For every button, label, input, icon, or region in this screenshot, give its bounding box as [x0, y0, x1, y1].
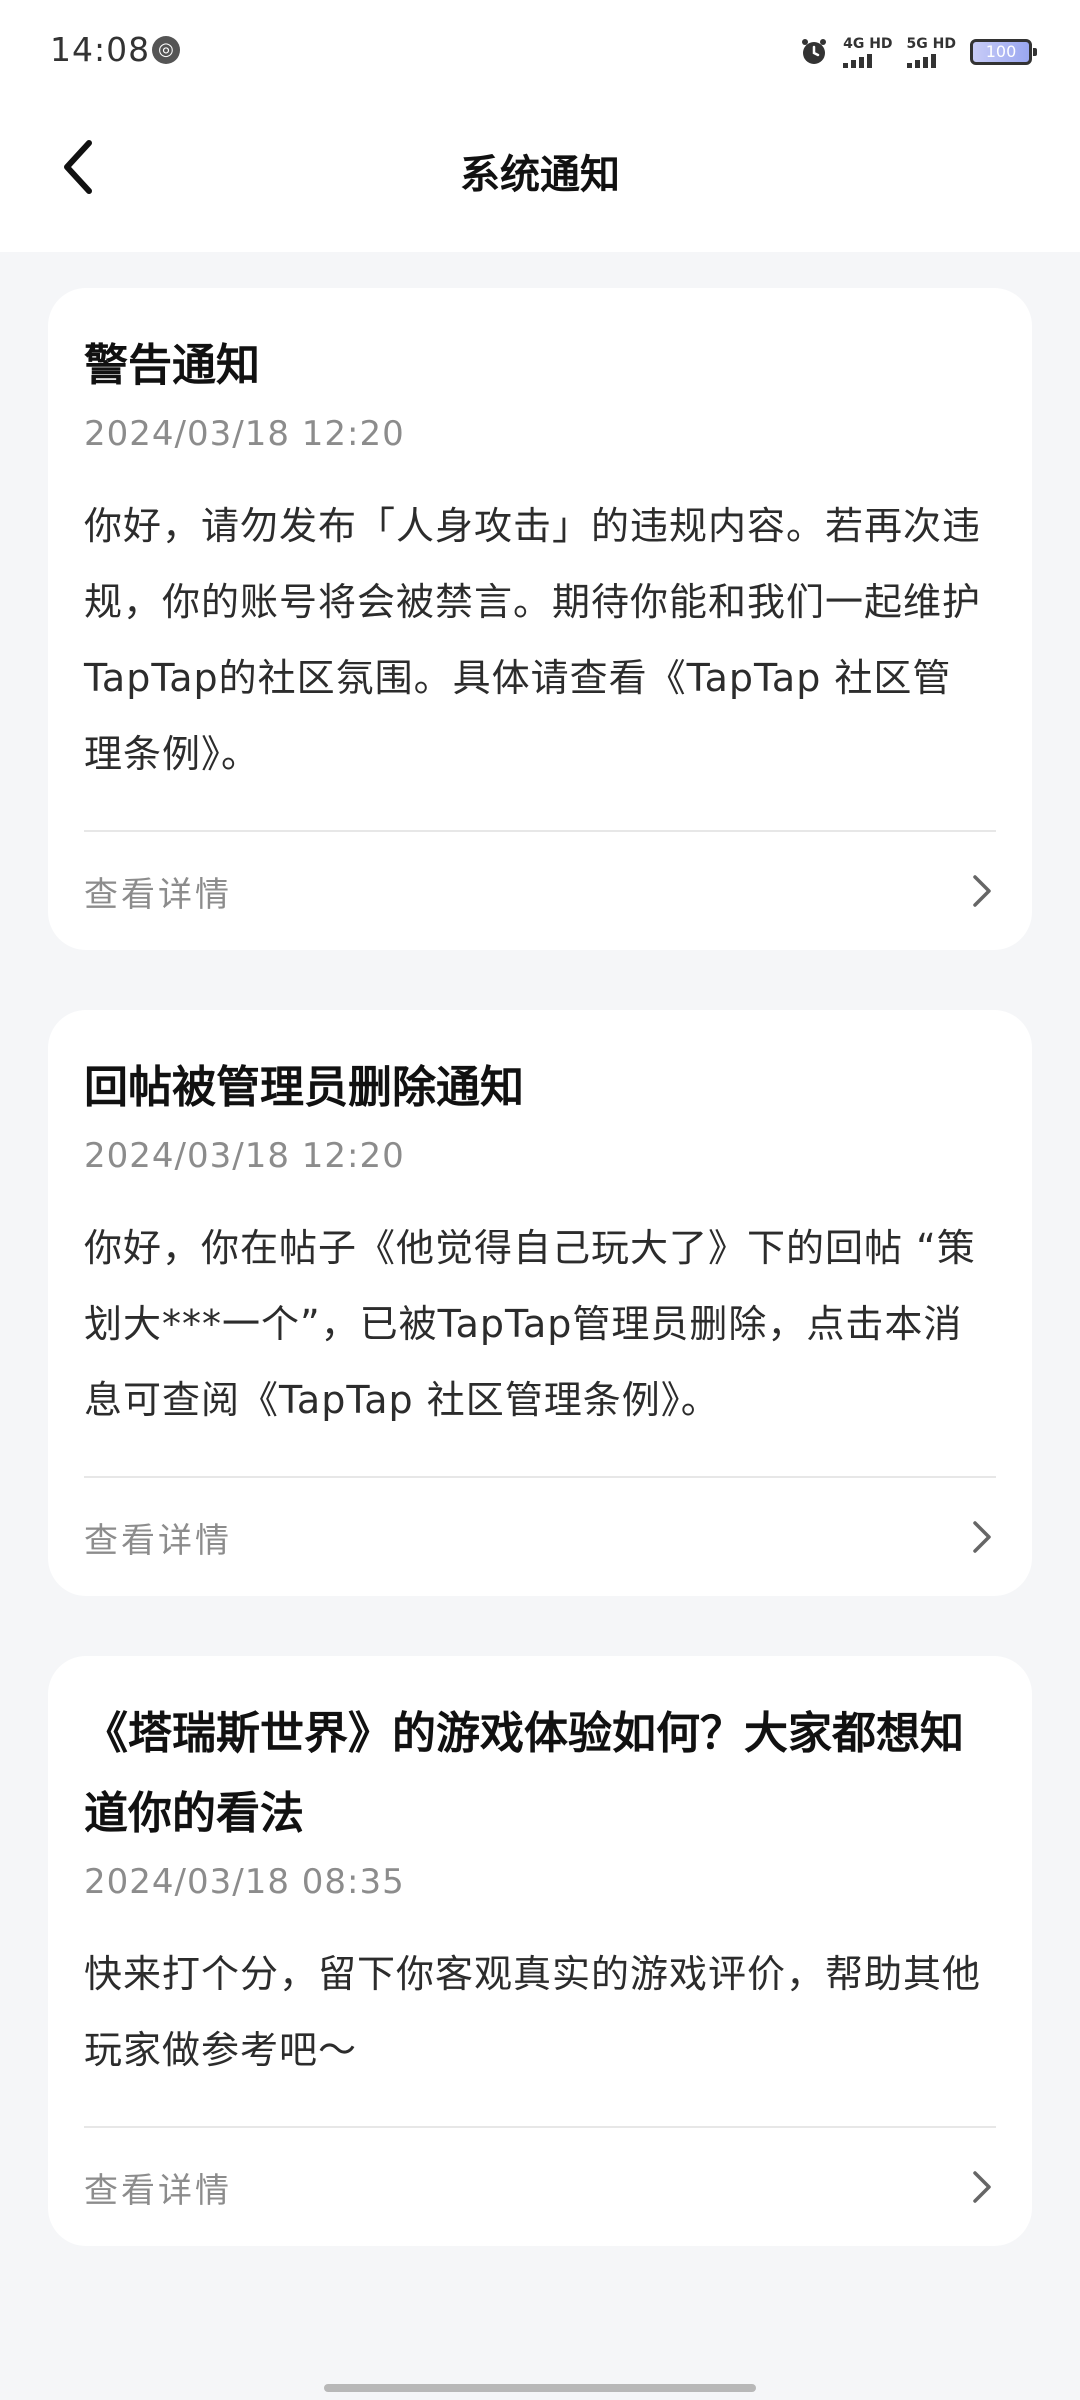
signal-5g-icon: [906, 52, 936, 68]
page-title: 系统通知: [460, 152, 620, 198]
status-time: 14:08: [50, 30, 151, 69]
notification-title: 回帖被管理员删除通知: [84, 1062, 524, 1113]
battery-icon: 100: [970, 39, 1037, 65]
app-notification-icon: ◎: [152, 36, 180, 64]
notification-body: 快来打个分，留下你客观真实的游戏评价，帮助其他玩家做参考吧～: [84, 1952, 982, 2072]
notification-card[interactable]: 回帖被管理员删除通知 2024/03/18 12:20 你好，你在帖子《他觉得自…: [48, 1010, 1032, 1596]
notification-time: 2024/03/18 12:20: [84, 1136, 405, 1176]
alarm-clock-icon: [802, 39, 827, 64]
notification-card[interactable]: 警告通知 2024/03/18 12:20 你好，请勿发布「人身攻击」的违规内容…: [48, 288, 1032, 950]
network-5g: 5G HD: [906, 36, 956, 68]
view-details-button[interactable]: 查看详情: [84, 2128, 996, 2246]
chevron-right-icon: [973, 2171, 991, 2203]
chevron-right-icon: [973, 875, 991, 907]
notification-list: 警告通知 2024/03/18 12:20 你好，请勿发布「人身攻击」的违规内容…: [48, 288, 1032, 2306]
nav-header: 系统通知: [0, 100, 1080, 252]
notification-time: 2024/03/18 08:35: [84, 1862, 405, 1902]
network-4g: 4G HD: [843, 36, 893, 68]
status-bar: 14:08 ◎ 4G HD 5G HD 100: [0, 0, 1080, 100]
notification-body: 你好，你在帖子《他觉得自己玩大了》下的回帖 “策划大***一个”，已被TapTa…: [84, 1226, 976, 1422]
view-details-label: 查看详情: [84, 2170, 232, 2211]
home-indicator[interactable]: [324, 2384, 756, 2392]
notification-body: 你好，请勿发布「人身攻击」的违规内容。若再次违规，你的账号将会被禁言。期待你能和…: [84, 504, 982, 776]
network-5g-label: 5G HD: [906, 36, 956, 52]
notification-title: 警告通知: [84, 340, 260, 391]
view-details-label: 查看详情: [84, 874, 232, 915]
network-4g-label: 4G HD: [843, 36, 893, 52]
signal-4g-icon: [843, 52, 873, 68]
battery-level: 100: [985, 42, 1017, 61]
notification-title: 《塔瑞斯世界》的游戏体验如何？大家都想知道你的看法: [84, 1708, 964, 1839]
view-details-button[interactable]: 查看详情: [84, 1478, 996, 1596]
notification-card[interactable]: 《塔瑞斯世界》的游戏体验如何？大家都想知道你的看法 2024/03/18 08:…: [48, 1656, 1032, 2246]
status-indicators: 4G HD 5G HD 100: [799, 30, 1037, 74]
view-details-label: 查看详情: [84, 1520, 232, 1561]
notification-time: 2024/03/18 12:20: [84, 414, 405, 454]
chevron-right-icon: [973, 1521, 991, 1553]
view-details-button[interactable]: 查看详情: [84, 832, 996, 950]
